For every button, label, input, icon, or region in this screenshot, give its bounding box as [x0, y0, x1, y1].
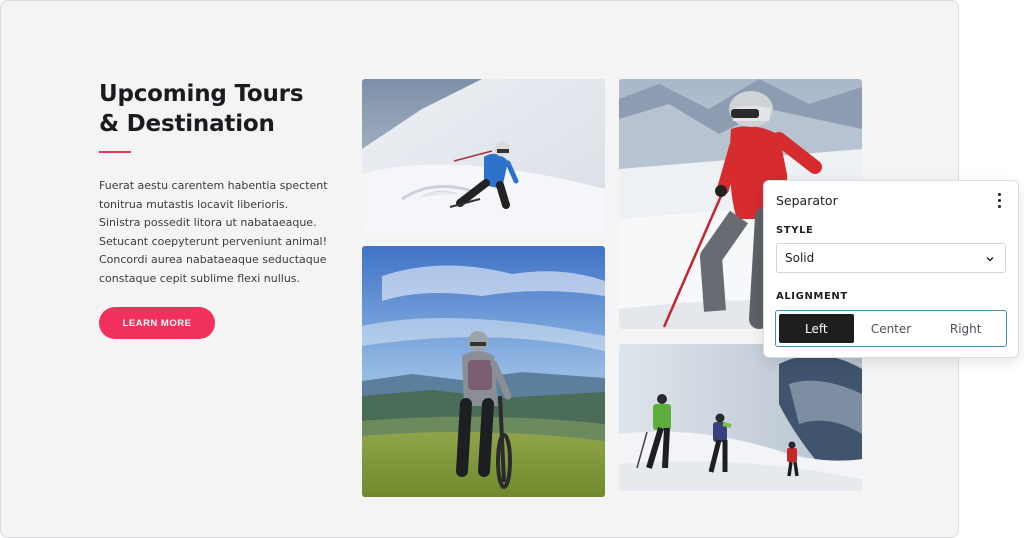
photo-mountain-biker[interactable]	[362, 246, 605, 497]
heading-line-2: & Destination	[99, 111, 275, 137]
chevron-down-icon	[986, 257, 994, 262]
photo-skier-downhill[interactable]	[362, 79, 605, 232]
description-line: Fuerat aestu carentem habentia spectent	[99, 179, 328, 192]
description-line: Setucant coepyterunt perveniunt animal!	[99, 234, 328, 248]
panel-title: Separator	[776, 193, 838, 208]
separator-block[interactable]	[99, 151, 131, 153]
alignment-right-button[interactable]: Right	[928, 314, 1003, 343]
style-select-value: Solid	[785, 251, 815, 265]
style-select[interactable]: Solid	[776, 243, 1006, 273]
learn-more-button[interactable]: LEARN MORE	[99, 307, 215, 339]
alignment-label: ALIGNMENT	[776, 291, 848, 302]
separator-settings-panel: Separator STYLE Solid ALIGNMENT Left Cen…	[763, 180, 1019, 358]
description-line: constaque cepit sublime flexi nullus.	[99, 271, 301, 285]
section-description: Fuerat aestu carentem habentia spectent …	[99, 177, 329, 289]
photo-ski-tourers[interactable]	[619, 344, 862, 491]
style-label: STYLE	[776, 225, 814, 236]
heading-line-1: Upcoming Tours	[99, 81, 304, 107]
section-heading: Upcoming Tours & Destination	[99, 79, 339, 139]
alignment-center-button[interactable]: Center	[854, 314, 929, 343]
more-vertical-icon[interactable]	[994, 191, 1004, 209]
description-line: Concordi aurea nabataeaque seductaque	[99, 253, 327, 267]
description-line: Sinistra possedit litora ut nabataeaque.	[99, 216, 317, 230]
description-line: tonitrua mutastis locavit liberioris.	[99, 197, 289, 211]
alignment-left-button[interactable]: Left	[779, 314, 854, 343]
alignment-toggle-group: Left Center Right	[775, 310, 1007, 347]
